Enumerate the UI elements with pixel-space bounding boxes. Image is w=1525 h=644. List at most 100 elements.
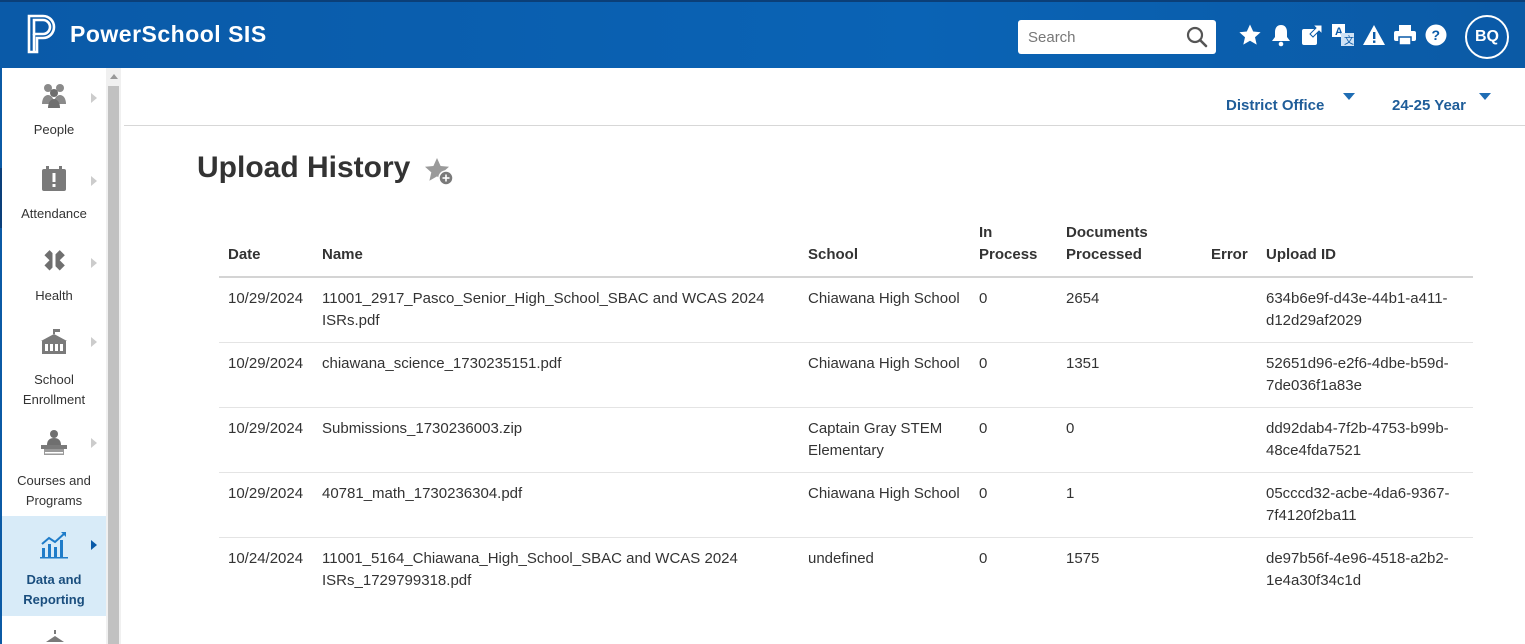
caret-down-icon bbox=[1479, 93, 1491, 100]
sidebar-item-label: Data and Reporting bbox=[23, 572, 85, 607]
cell-name: 11001_5164_Chiawana_High_School_SBAC and… bbox=[322, 550, 738, 589]
cell-error bbox=[1202, 538, 1257, 603]
cell-error bbox=[1202, 407, 1257, 473]
brand[interactable]: PowerSchool SIS bbox=[26, 14, 267, 54]
search-icon[interactable] bbox=[1186, 26, 1208, 48]
sidebar-item-school-enrollment[interactable]: School Enrollment bbox=[2, 327, 106, 407]
column-header-date[interactable]: Date bbox=[219, 222, 313, 278]
column-header-documents-processed[interactable]: Documents Processed bbox=[1057, 222, 1202, 278]
chevron-right-icon bbox=[91, 176, 97, 186]
sidebar-nav: People Attendance Health School Enrollme… bbox=[0, 68, 106, 644]
page-title: Upload History bbox=[197, 151, 411, 184]
table-row[interactable]: 10/29/2024 11001_2917_Pasco_Senior_High_… bbox=[219, 277, 1473, 343]
cell-school: undefined bbox=[808, 550, 874, 567]
help-icon[interactable]: ? bbox=[1424, 22, 1448, 48]
cell-school: Chiawana High School bbox=[799, 472, 970, 538]
column-header-school[interactable]: School bbox=[799, 222, 970, 278]
sidebar-item-people[interactable]: People bbox=[2, 80, 106, 152]
cell-upload-id: 05cccd32-acbe-4da6-9367-7f4120f2ba11 bbox=[1257, 472, 1473, 538]
scrollbar-thumb[interactable] bbox=[108, 86, 119, 644]
header-icons: A文 ? bbox=[1238, 22, 1455, 48]
context-bar: District Office 24-25 Year bbox=[124, 68, 1525, 126]
cell-school: Chiawana High School bbox=[799, 342, 970, 408]
sidebar-item-label: School Enrollment bbox=[22, 372, 86, 407]
cell-date: 10/24/2024 bbox=[228, 550, 304, 567]
cell-date: 10/29/2024 bbox=[219, 342, 313, 408]
cell-in-process: 0 bbox=[970, 342, 1057, 408]
sidebar-item-health[interactable]: Health bbox=[2, 246, 106, 318]
chevron-right-icon bbox=[91, 258, 97, 268]
cell-school: Captain Gray STEM Elementary bbox=[799, 407, 970, 473]
table-row[interactable]: 10/29/2024 chiawana_science_1730235151.p… bbox=[219, 342, 1473, 408]
table-row[interactable]: 10/24/2024 11001_5164_Chiawana_High_Scho… bbox=[219, 538, 1473, 603]
chevron-right-icon bbox=[91, 337, 97, 347]
chart-icon bbox=[40, 532, 68, 559]
cell-documents-processed: 1351 bbox=[1057, 342, 1202, 408]
cell-error bbox=[1202, 342, 1257, 408]
cell-documents-processed: 2654 bbox=[1057, 277, 1202, 343]
column-header-upload-id[interactable]: Upload ID bbox=[1257, 222, 1473, 278]
cell-documents-processed: 1575 bbox=[1066, 550, 1100, 567]
cell-name: chiawana_science_1730235151.pdf bbox=[313, 342, 799, 408]
term-selector[interactable]: 24-25 Year bbox=[1392, 93, 1491, 114]
sidebar-item-label: People bbox=[33, 122, 75, 137]
courses-icon bbox=[41, 430, 67, 455]
user-avatar[interactable]: BQ bbox=[1465, 15, 1509, 59]
powerschool-logo-icon bbox=[27, 14, 56, 54]
top-header: PowerSchool SIS A文 ? BQ bbox=[0, 0, 1525, 68]
attendance-icon bbox=[42, 166, 66, 191]
external-link-icon[interactable] bbox=[1300, 22, 1324, 48]
star-icon[interactable] bbox=[1238, 22, 1262, 48]
table-row[interactable]: 10/29/2024 40781_math_1730236304.pdf Chi… bbox=[219, 472, 1473, 538]
cell-in-process: 0 bbox=[979, 550, 988, 567]
cell-date: 10/29/2024 bbox=[219, 407, 313, 473]
column-header-in-process[interactable]: In Process bbox=[970, 222, 1057, 278]
table-header-row: Date Name School In Process Documents Pr… bbox=[219, 222, 1473, 278]
search-box[interactable] bbox=[1018, 20, 1216, 54]
cell-upload-id: de97b56f-4e96-4518-a2b2-1e4a30f34c1d bbox=[1266, 550, 1449, 589]
term-selector-label: 24-25 Year bbox=[1392, 97, 1466, 114]
chevron-right-icon bbox=[91, 438, 97, 448]
column-header-error[interactable]: Error bbox=[1202, 222, 1257, 278]
sidebar-item-label: Courses and Programs bbox=[17, 473, 91, 508]
translate-icon[interactable]: A文 bbox=[1331, 22, 1355, 48]
sidebar-item-courses-and-programs[interactable]: Courses and Programs bbox=[2, 428, 106, 508]
school-selector[interactable]: District Office bbox=[1226, 93, 1355, 114]
cell-date: 10/29/2024 bbox=[219, 277, 313, 343]
alert-icon[interactable] bbox=[1362, 22, 1386, 48]
app-name: PowerSchool SIS bbox=[70, 20, 267, 47]
add-favorite-icon[interactable] bbox=[423, 157, 455, 187]
table-row[interactable]: 10/29/2024 Submissions_1730236003.zip Ca… bbox=[219, 407, 1473, 473]
search-input[interactable] bbox=[1028, 28, 1178, 46]
cell-upload-id: 52651d96-e2f6-4dbe-b59d-7de036f1a83e bbox=[1257, 342, 1473, 408]
people-icon bbox=[42, 84, 66, 108]
sidebar-item-attendance[interactable]: Attendance bbox=[2, 164, 106, 236]
cell-in-process: 0 bbox=[970, 407, 1057, 473]
cell-upload-id: 634b6e9f-d43e-44b1-a411-d12d29af2029 bbox=[1257, 277, 1473, 343]
chevron-right-icon bbox=[91, 93, 97, 103]
sidebar-item-label: Health bbox=[35, 288, 73, 303]
printer-icon[interactable] bbox=[1393, 22, 1417, 48]
sidebar-item-data-and-reporting[interactable]: Data and Reporting bbox=[2, 516, 106, 616]
svg-text:?: ? bbox=[1432, 27, 1441, 43]
more-nav-icon bbox=[46, 630, 64, 642]
cell-name: Submissions_1730236003.zip bbox=[313, 407, 799, 473]
column-header-name[interactable]: Name bbox=[313, 222, 799, 278]
school-icon bbox=[41, 329, 67, 354]
cell-documents-processed: 1 bbox=[1057, 472, 1202, 538]
scroll-up-icon[interactable] bbox=[110, 74, 118, 79]
health-icon bbox=[44, 250, 65, 271]
cell-error bbox=[1202, 277, 1257, 343]
cell-name: 40781_math_1730236304.pdf bbox=[313, 472, 799, 538]
cell-upload-id: dd92dab4-7f2b-4753-b99b-48ce4fda7521 bbox=[1257, 407, 1473, 473]
cell-date: 10/29/2024 bbox=[219, 472, 313, 538]
caret-down-icon bbox=[1343, 93, 1355, 100]
cell-in-process: 0 bbox=[970, 472, 1057, 538]
bell-icon[interactable] bbox=[1269, 22, 1293, 48]
school-selector-label: District Office bbox=[1226, 97, 1325, 114]
sidebar-scrollbar[interactable] bbox=[106, 68, 121, 644]
svg-text:文: 文 bbox=[1344, 34, 1354, 47]
chevron-right-icon bbox=[91, 540, 97, 550]
upload-history-table: Date Name School In Process Documents Pr… bbox=[219, 222, 1473, 602]
cell-error bbox=[1202, 472, 1257, 538]
